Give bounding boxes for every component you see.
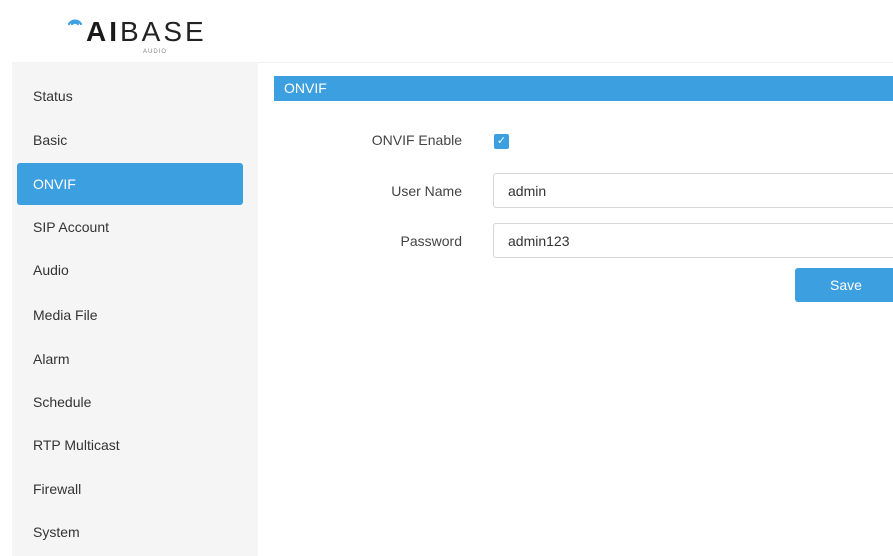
sidebar-item-status[interactable]: Status — [17, 75, 243, 117]
onvif-enable-checkbox[interactable]: ✓ — [494, 134, 509, 149]
sidebar-item-rtp-multicast[interactable]: RTP Multicast — [17, 424, 243, 466]
sidebar-item-media-file[interactable]: Media File — [17, 294, 243, 336]
sidebar-item-sip-account[interactable]: SIP Account — [17, 206, 243, 248]
password-input[interactable] — [493, 223, 893, 258]
brand-name-light: BASE — [120, 16, 207, 47]
brand-logo: AIBASE AUDIO — [66, 12, 216, 55]
sidebar-item-schedule[interactable]: Schedule — [17, 381, 243, 423]
sidebar-nav: Status Basic ONVIF SIP Account Audio Med… — [12, 62, 258, 556]
sound-wave-icon — [67, 19, 83, 26]
sidebar-item-firewall[interactable]: Firewall — [17, 468, 243, 510]
sidebar-item-alarm[interactable]: Alarm — [17, 338, 243, 380]
password-label: Password — [400, 233, 462, 249]
app-window: AIBASE AUDIO Status Basic ONVIF SIP Acco… — [0, 0, 893, 556]
username-label: User Name — [391, 183, 462, 199]
brand-tagline: AUDIO — [143, 49, 168, 55]
onvif-enable-label: ONVIF Enable — [371, 132, 462, 148]
checkmark-icon: ✓ — [496, 135, 507, 147]
sidebar-item-audio[interactable]: Audio — [17, 249, 243, 291]
brand-name-bold: AI — [86, 16, 120, 47]
save-button[interactable]: Save — [795, 268, 893, 302]
sidebar-item-system[interactable]: System — [17, 511, 243, 553]
section-title-bar: ONVIF — [274, 76, 893, 101]
sidebar-item-onvif[interactable]: ONVIF — [17, 163, 243, 205]
username-input[interactable] — [493, 173, 893, 208]
header-divider — [258, 62, 893, 63]
sidebar-item-basic[interactable]: Basic — [17, 119, 243, 161]
brand-wordmark: AIBASE — [86, 18, 207, 46]
